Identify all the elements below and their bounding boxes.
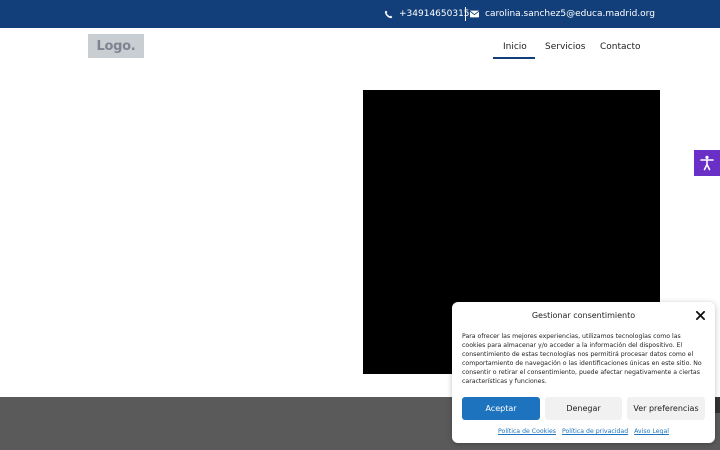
phone-number[interactable]: +34914650315 (399, 9, 470, 19)
accessibility-icon (700, 155, 714, 171)
active-nav-indicator (493, 57, 535, 59)
consent-text: Para ofrecer las mejores experiencias, u… (462, 333, 702, 386)
nav-item-inicio[interactable]: Inicio (503, 28, 527, 66)
nav-item-contacto[interactable]: Contacto (600, 28, 641, 66)
nav-item-servicios[interactable]: Servicios (545, 28, 585, 66)
legal-notice-link[interactable]: Aviso Legal (634, 428, 669, 435)
site-logo[interactable]: Logo. (88, 34, 144, 58)
envelope-icon (470, 10, 479, 18)
close-icon (695, 310, 705, 320)
email-contact[interactable]: carolina.sanchez5@educa.madrid.org (470, 0, 655, 28)
phone-icon (384, 10, 393, 18)
cookie-consent-dialog: Gestionar consentimiento Para ofrecer la… (452, 302, 715, 443)
consent-links: Política de Cookies Política de privacid… (452, 428, 715, 435)
accessibility-button[interactable] (694, 150, 720, 176)
privacy-policy-link[interactable]: Política de privacidad (562, 428, 628, 435)
top-contact-bar: +34914650315 carolina.sanchez5@educa.mad… (0, 0, 720, 28)
consent-title: Gestionar consentimiento (531, 311, 636, 320)
site-header: Logo. Inicio Servicios Contacto (0, 28, 720, 66)
cookie-policy-link[interactable]: Política de Cookies (498, 428, 556, 435)
deny-button[interactable]: Denegar (545, 397, 622, 420)
accept-button[interactable]: Aceptar (462, 397, 540, 420)
page: +34914650315 carolina.sanchez5@educa.mad… (0, 0, 720, 450)
email-address[interactable]: carolina.sanchez5@educa.madrid.org (485, 9, 655, 19)
close-button[interactable] (694, 309, 706, 321)
phone-contact[interactable]: +34914650315 (384, 0, 470, 28)
contact-divider (465, 7, 466, 21)
preferences-button[interactable]: Ver preferencias (627, 397, 705, 420)
